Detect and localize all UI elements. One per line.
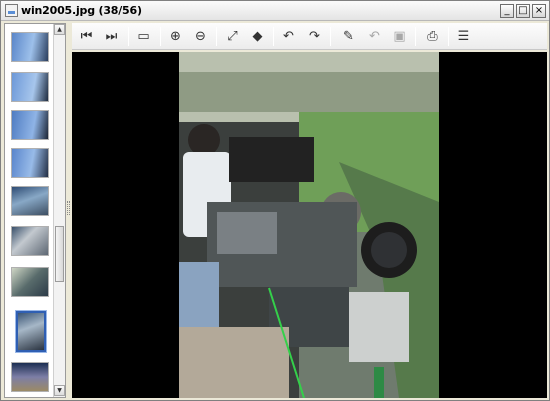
zoom-in-icon[interactable]: ⊕ (165, 26, 186, 47)
first-image-icon[interactable]: ⏮ (76, 26, 97, 47)
close-button[interactable]: × (532, 4, 546, 18)
thumbnail[interactable] (11, 32, 49, 62)
undo-icon[interactable]: ↶ (364, 26, 385, 47)
save-icon[interactable]: ▣ (389, 26, 410, 47)
zoom-out-icon[interactable]: ⊖ (190, 26, 211, 47)
toolbar: ⏮ ⏭ ▭ ⊕ ⊖ ⤢ ◆ ↶ ↷ ✎ ↶ ▣ ⎙ ☰ (72, 23, 547, 50)
minimize-button[interactable]: _ (500, 4, 514, 18)
slideshow-icon[interactable]: ▭ (133, 26, 154, 47)
photo-image (179, 52, 439, 398)
thumbnail[interactable] (11, 186, 49, 216)
thumbnail[interactable] (11, 72, 49, 102)
print-icon[interactable]: ⎙ (422, 26, 443, 47)
app-icon (5, 4, 18, 17)
properties-icon[interactable]: ☰ (453, 26, 474, 47)
scroll-up-icon[interactable]: ▲ (54, 24, 65, 35)
rotate-left-icon[interactable]: ↶ (278, 26, 299, 47)
thumbnail-selected[interactable] (15, 310, 47, 353)
thumbnail[interactable] (11, 362, 49, 392)
window-title: win2005.jpg (38/56) (21, 4, 142, 17)
thumbnail[interactable] (11, 226, 49, 256)
thumbnail-sidebar: ▲ ▼ (4, 23, 66, 398)
edit-icon[interactable]: ✎ (338, 26, 359, 47)
fit-window-icon[interactable]: ⤢ (222, 26, 243, 47)
thumbnail[interactable] (11, 267, 49, 297)
app-window: win2005.jpg (38/56) _ □ × ▲ ▼ ⏮ ⏭ ▭ ⊕ ⊖ … (0, 0, 550, 401)
maximize-button[interactable]: □ (516, 4, 530, 18)
sidebar-scrollbar[interactable]: ▲ ▼ (53, 24, 65, 397)
scroll-down-icon[interactable]: ▼ (54, 385, 65, 396)
next-image-icon[interactable]: ⏭ (101, 26, 122, 47)
actual-size-icon[interactable]: ◆ (247, 26, 268, 47)
image-viewer[interactable] (72, 52, 547, 398)
thumbnail[interactable] (11, 110, 49, 140)
rotate-right-icon[interactable]: ↷ (304, 26, 325, 47)
scrollbar-thumb[interactable] (55, 226, 64, 282)
title-bar[interactable]: win2005.jpg (38/56) _ □ × (1, 1, 549, 21)
thumbnail[interactable] (11, 148, 49, 178)
pane-splitter[interactable] (67, 201, 70, 215)
